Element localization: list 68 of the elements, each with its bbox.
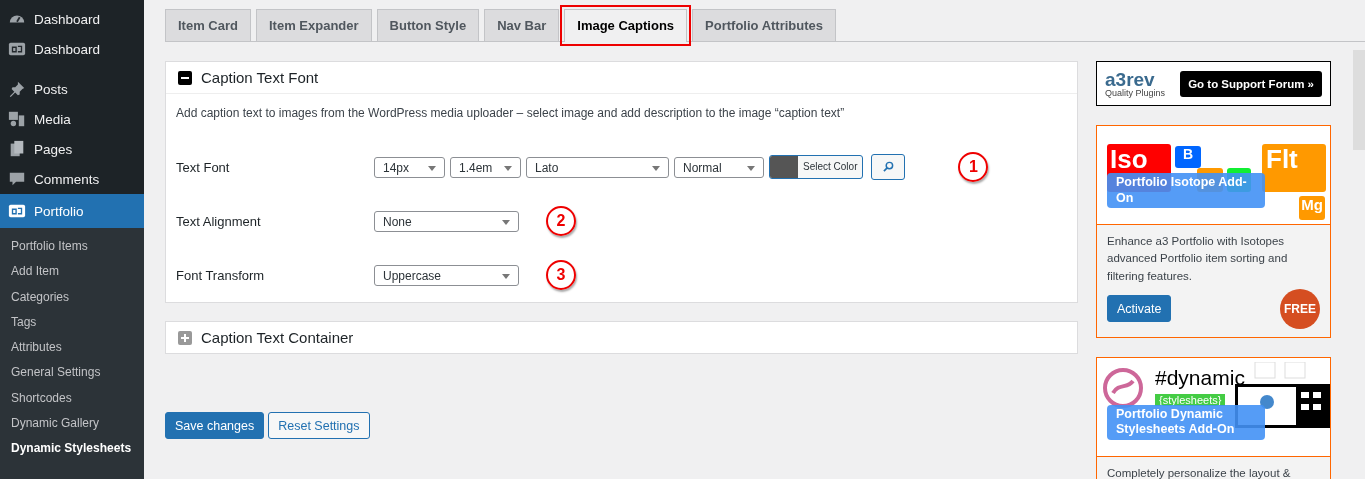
- field-label: Text Alignment: [176, 213, 262, 229]
- save-button[interactable]: Save changes: [165, 412, 265, 439]
- sidebar-item[interactable]: Portfolio: [0, 194, 144, 228]
- dropdown[interactable]: 1.4em: [450, 156, 521, 178]
- media-icon: [8, 110, 26, 128]
- color-picker-button[interactable]: Select Color: [769, 155, 864, 179]
- caret-icon: [502, 219, 510, 225]
- pages-icon: [8, 140, 26, 158]
- preview-button[interactable]: [871, 154, 906, 180]
- logo-tagline: Quality Plugins: [1105, 88, 1166, 98]
- tab[interactable]: Portfolio Attributes: [692, 9, 836, 41]
- banner-tag: {stylesheets}: [1155, 393, 1226, 406]
- tab[interactable]: Button Style: [376, 9, 480, 41]
- sidebar-item[interactable]: Dashboard: [0, 34, 144, 64]
- submenu-item[interactable]: Attributes: [0, 335, 144, 361]
- dropdown[interactable]: None: [374, 210, 519, 232]
- submenu-item[interactable]: General Settings: [0, 360, 144, 386]
- addon-description: Completely personalize the layout &: [1107, 465, 1292, 479]
- caret-icon: [747, 165, 755, 171]
- dropdown[interactable]: 14px: [374, 156, 445, 178]
- sidebar-item[interactable]: Comments: [0, 164, 144, 194]
- annotation-marker: 2: [546, 206, 576, 236]
- search-icon: [882, 160, 894, 172]
- tab[interactable]: Nav Bar: [484, 9, 560, 41]
- submenu-item[interactable]: Dynamic Stylesheets: [0, 436, 144, 462]
- addon-title: Portfolio Isotope Add-On: [1107, 173, 1265, 209]
- submenu-item[interactable]: Add Item: [0, 259, 144, 285]
- banner-heading: #dynamic: [1155, 365, 1245, 390]
- caret-icon: [502, 273, 510, 279]
- submenu-item[interactable]: Tags: [0, 309, 144, 336]
- sidebar-item[interactable]: Dashboard: [0, 4, 144, 34]
- reset-button[interactable]: Reset Settings: [268, 412, 370, 439]
- support-forum-button[interactable]: Go to Support Forum »: [1180, 70, 1322, 97]
- logo-icon: [8, 40, 26, 58]
- submenu-item[interactable]: Portfolio Items: [0, 234, 144, 260]
- tile-label: Flt: [1262, 144, 1326, 192]
- sidebar-item[interactable]: Pages: [0, 134, 144, 164]
- panel-title: Caption Text Font: [201, 69, 319, 86]
- sidebar-item[interactable]: Posts: [0, 74, 144, 104]
- addon-title: Portfolio Dynamic Stylesheets Add-On: [1107, 404, 1265, 440]
- submenu-item[interactable]: Shortcodes: [0, 385, 144, 412]
- caret-icon: [504, 165, 512, 171]
- annotation-marker: 1: [958, 152, 989, 182]
- tile-label: Mg: [1299, 196, 1325, 220]
- addon-description: Enhance a3 Portfolio with Isotopes advanced Portfolio item sorting and filtering features.: [1107, 234, 1289, 284]
- dropdown[interactable]: Uppercase: [374, 264, 519, 286]
- sidebar-item[interactable]: Media: [0, 104, 144, 134]
- field-label: Text Font: [176, 159, 231, 175]
- submenu-item[interactable]: Categories: [0, 284, 144, 310]
- caret-icon: [652, 165, 660, 171]
- expand-icon[interactable]: [178, 330, 192, 345]
- submenu-item[interactable]: Dynamic Gallery: [0, 411, 144, 437]
- logo-text: a3rev: [1105, 69, 1155, 89]
- panel-title: Caption Text Container: [201, 329, 354, 346]
- caret-icon: [428, 165, 436, 171]
- logo-icon: [8, 202, 26, 220]
- free-badge: FREE: [1280, 288, 1320, 329]
- field-label: Font Transform: [176, 267, 266, 283]
- tile-label: B: [1175, 146, 1201, 168]
- panel-description: Add caption text to images from the WordPress media uploader – select image and add description to the image “caption text”: [176, 106, 846, 120]
- annotation-marker: 3: [546, 260, 576, 290]
- activate-button[interactable]: Activate: [1107, 295, 1172, 323]
- dropdown[interactable]: Normal: [674, 156, 764, 178]
- tab[interactable]: Item Card: [165, 9, 251, 41]
- dropdown[interactable]: Lato: [526, 156, 669, 178]
- tab[interactable]: Item Expander: [255, 9, 372, 41]
- pin-icon: [8, 80, 26, 98]
- collapse-icon[interactable]: [178, 70, 192, 85]
